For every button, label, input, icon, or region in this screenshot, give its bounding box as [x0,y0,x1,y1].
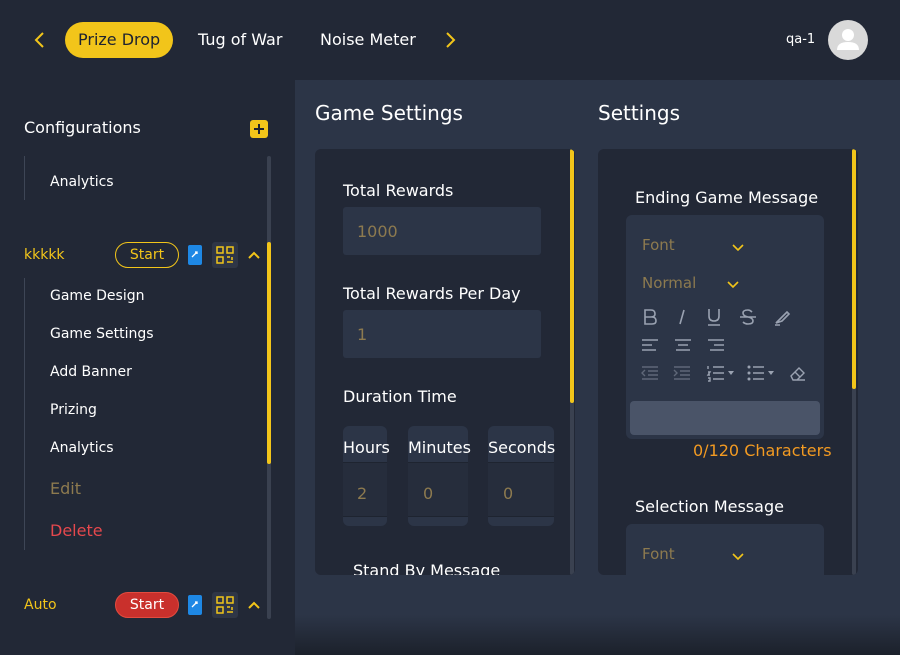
panel-scrollbar-thumb[interactable] [852,149,856,389]
sidebar-scrollbar-thumb[interactable] [267,242,271,464]
total-rewards-label: Total Rewards [343,181,454,200]
highlight-icon[interactable] [772,307,792,327]
sidebar-item-prizing[interactable]: Prizing [50,402,97,418]
indent-icon[interactable] [672,363,692,383]
per-day-input[interactable]: 1 [343,310,541,358]
ending-message-editor: Font Normal [626,215,824,439]
tab-prize-drop[interactable]: Prize Drop [65,22,174,58]
chevron-down-icon[interactable] [731,243,745,253]
tab-noise-meter[interactable]: Noise Meter [320,22,416,58]
sidebar-title: Configurations [24,118,141,137]
chevron-right-icon[interactable] [438,28,462,52]
qr-code-icon[interactable] [212,242,238,268]
clear-format-icon[interactable] [788,363,808,383]
total-rewards-input[interactable]: 1000 [343,207,541,255]
align-left-icon[interactable] [640,335,660,355]
game-settings-title: Game Settings [315,101,463,125]
size-select[interactable]: Normal [642,274,696,292]
ending-message-label: Ending Game Message [635,188,819,207]
game-settings-panel: Total Rewards 1000 Total Rewards Per Day… [315,149,575,575]
phone-icon[interactable] [188,245,202,265]
outdent-icon[interactable] [640,363,660,383]
char-counter: 0/120 Characters [693,441,832,460]
minutes-value: 0 [423,484,434,503]
tab-tug-of-war[interactable]: Tug of War [198,22,282,58]
strikethrough-icon[interactable] [738,307,758,327]
chevron-left-icon[interactable] [28,28,52,52]
sidebar: Configurations Analytics kkkkk Start Gam… [0,80,295,655]
standby-label: Stand By Message [353,561,501,575]
tree-line [24,156,25,200]
main-content: Game Settings Settings Total Rewards 100… [295,80,900,655]
panel-scrollbar-thumb[interactable] [570,149,574,403]
align-right-icon[interactable] [706,335,726,355]
per-day-label: Total Rewards Per Day [343,284,521,303]
sidebar-item-analytics-game[interactable]: Analytics [50,440,114,456]
numbered-list-icon[interactable] [706,363,736,383]
edit-link[interactable]: Edit [50,479,81,498]
sidebar-item-analytics[interactable]: Analytics [50,174,114,190]
italic-icon[interactable] [672,307,692,327]
chevron-down-icon[interactable] [726,280,740,290]
seconds-value: 0 [503,484,514,503]
add-configuration-icon[interactable] [250,120,268,138]
start-button[interactable]: Start [115,242,179,268]
seconds-label: Seconds [488,438,556,457]
ending-message-textarea[interactable] [630,401,820,435]
font-select[interactable]: Font [642,236,675,254]
chevron-up-icon[interactable] [246,247,262,263]
main-footer-shadow [295,615,900,655]
font-select[interactable]: Font [642,545,675,563]
sidebar-item-game-design[interactable]: Game Design [50,288,144,304]
game-name[interactable]: Auto [24,597,57,613]
selection-message-label: Selection Message [635,497,784,516]
minutes-label: Minutes [408,438,471,457]
hours-value: 2 [357,484,368,503]
underline-icon[interactable] [704,307,724,327]
bold-icon[interactable] [640,307,660,327]
settings-panel: Ending Game Message Font Normal 0/120 Ch… [598,149,858,575]
chevron-down-icon[interactable] [731,552,745,562]
start-button-active[interactable]: Start [115,592,179,618]
hours-label: Hours [343,438,390,457]
sidebar-item-add-banner[interactable]: Add Banner [50,364,132,380]
selection-message-editor: Font [626,524,824,575]
sidebar-item-game-settings[interactable]: Game Settings [50,326,154,342]
minutes-input[interactable] [408,462,468,517]
settings-title: Settings [598,101,681,125]
phone-icon[interactable] [188,595,202,615]
user-name: qa-1 [786,32,816,47]
top-bar: Prize Drop Tug of War Noise Meter qa-1 [0,0,900,80]
delete-link[interactable]: Delete [50,521,103,540]
tree-line [24,278,25,550]
seconds-input[interactable] [488,462,554,517]
duration-label: Duration Time [343,387,457,406]
bullet-list-icon[interactable] [746,363,776,383]
game-name[interactable]: kkkkk [24,247,65,263]
qr-code-icon[interactable] [212,592,238,618]
user-avatar-icon[interactable] [828,20,868,60]
chevron-up-icon[interactable] [246,597,262,613]
align-center-icon[interactable] [673,335,693,355]
